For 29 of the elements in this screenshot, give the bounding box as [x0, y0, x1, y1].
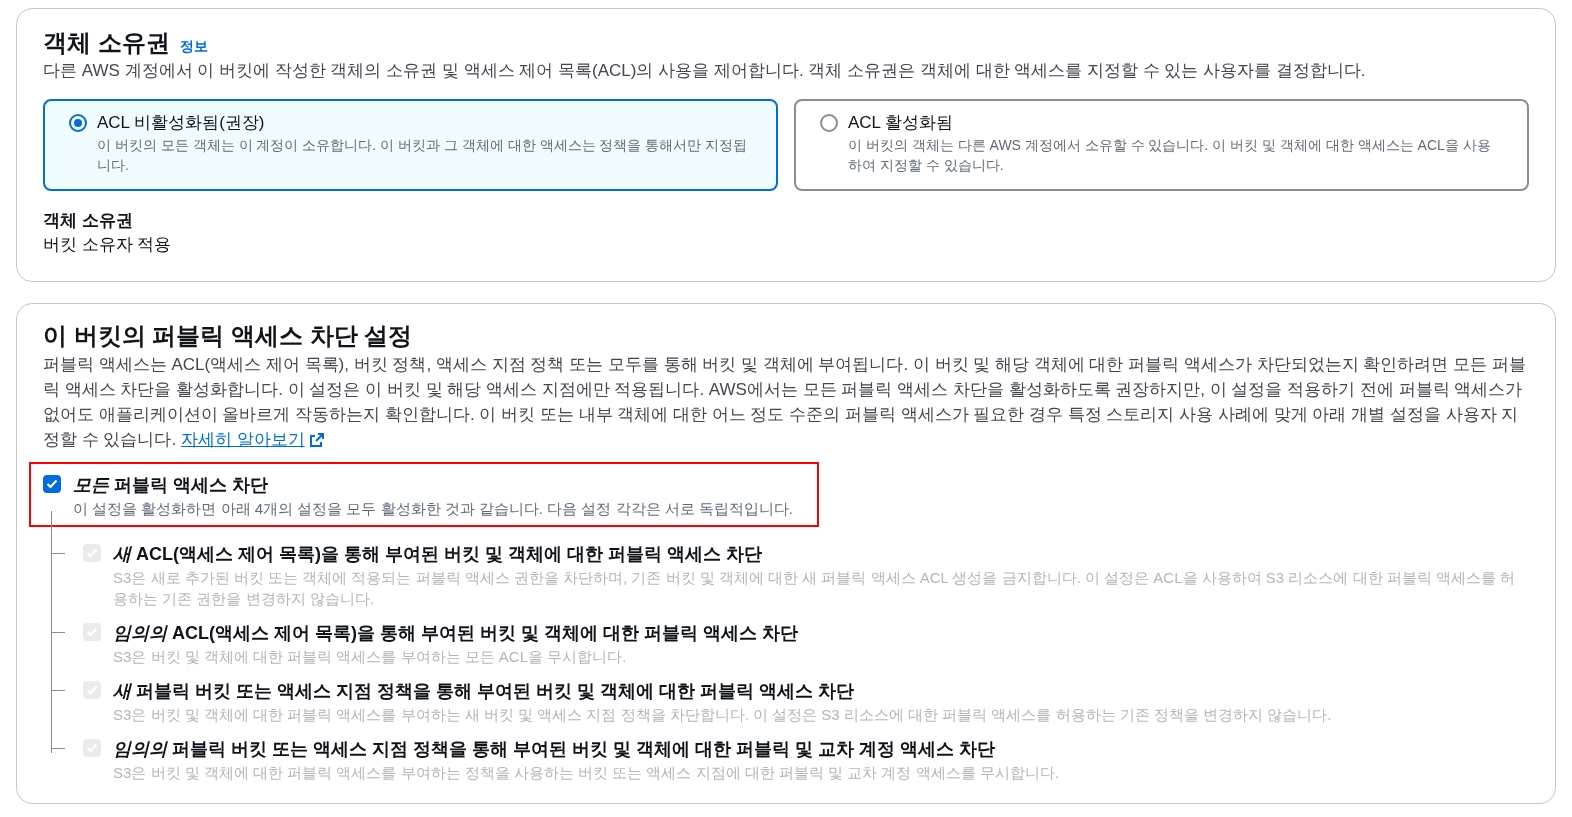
option-label: ACL 활성화됨 [848, 112, 955, 134]
option-label: ACL 비활성화됨(권장) [97, 112, 266, 134]
setting-label: 모든 퍼블릭 액세스 차단 [73, 474, 269, 497]
setting-description: S3은 버킷 및 객체에 대한 퍼블릭 액세스를 부여하는 모든 ACL을 무시합니다. [113, 647, 628, 667]
section-title: 이 버킷의 퍼블릭 액세스 차단 설정 [43, 321, 414, 351]
setting-label: 새 퍼블릭 버킷 또는 액세스 지점 정책을 통해 부여된 버킷 및 객체에 대한 퍼블릭 액세스 차단 [113, 680, 855, 703]
setting-description: S3은 버킷 및 객체에 대한 퍼블릭 액세스를 부여하는 새 버킷 및 액세스 지점 정책을 차단합니다. 이 설정은 S3 리소스에 대한 퍼블릭 액세스를 허용하는 기존 정책을 변경하지 않습니다. [113, 705, 1332, 725]
setting-description: S3은 새로 추가된 버킷 또는 객체에 적용되는 퍼블릭 액세스 권한을 차단하며, 기존 버킷 및 객체에 대한 새 퍼블릭 액세스 ACL 생성을 금지합니다. 이 설정은 ACL을 사용하여 S3 리소스에 대한 퍼블릭 액세스를 허용하는 기존 권한을 변경하지 않습니다. [113, 568, 1517, 609]
option-description: 이 버킷의 객체는 다른 AWS 계정에서 소유할 수 있습니다. 이 버킷 및 객체에 대한 액세스는 ACL을 사용하여 지정할 수 있습니다. [848, 136, 1492, 175]
field-label: 객체 소유권 [43, 210, 134, 232]
checkmark-icon [46, 479, 58, 489]
setting-description: S3은 버킷 및 객체에 대한 퍼블릭 액세스를 부여하는 정책을 사용하는 버킷 또는 액세스 지점에 대한 퍼블릭 및 교차 계정 액세스를 무시합니다. [113, 763, 1059, 783]
section-title: 객체 소유권 [43, 28, 170, 58]
radio-button[interactable] [820, 114, 838, 132]
setting-label: 임의의 ACL(액세스 제어 목록)을 통해 부여된 버킷 및 객체에 대한 퍼블릭 액세스 차단 [113, 622, 798, 645]
section-description: 퍼블릭 액세스는 ACL(액세스 제어 목록), 버킷 정책, 액세스 지점 정책 또는 모두를 통해 버킷 및 객체에 부여됩니다. 이 버킷 및 해당 객체에 대한 퍼블릭 액세스가 차단되었는지 확인하려면 모든 퍼블릭 액세스 차단을 활성화합니다. 이 설정은 이 버킷 및 해당 액세스 지점에만 적용됩니다. AWS에서는 모든 퍼블릭 액세스 차단을 활성화하도록 권장하지만, 이 설정을 적용하기 전에 퍼블릭 액세스가 없어도 애플리케이션이 올바르게 작동하는지 확인합니다. 이 버킷 또는 내부 객체에 대한 어느 정도 수준의 퍼블릭 액세스가 필요한 경우 특정 스토리지 사용 사례에 맞게 아래 개별 설정을 사용자 지정할 수 있습니다. 자세히 알아보기 [43, 352, 1529, 452]
info-link[interactable]: 정보 [179, 36, 208, 57]
learn-more-link[interactable]: 자세히 알아보기 [180, 427, 325, 452]
setting-description: 이 설정을 활성화하면 아래 4개의 설정을 모두 활성화한 것과 같습니다. 다음 설정 각각은 서로 독립적입니다. [73, 499, 794, 519]
radio-button[interactable] [69, 114, 87, 132]
external-link-icon [308, 431, 325, 448]
checkbox[interactable] [43, 475, 61, 493]
field-value: 버킷 소유자 적용 [43, 234, 173, 256]
radio-card[interactable]: ACL 비활성화됨(권장) 이 버킷의 모든 객체는 이 계정이 소유합니다. 이 버킷과 그 객체에 대한 액세스는 정책을 통해서만 지정됩니다. [43, 99, 778, 191]
radio-card[interactable]: ACL 활성화됨 이 버킷의 객체는 다른 AWS 계정에서 소유할 수 있습니다. 이 버킷 및 객체에 대한 액세스는 ACL을 사용하여 지정할 수 있습니다. [794, 99, 1529, 191]
section-description: 다른 AWS 계정에서 이 버킷에 작성한 객체의 소유권 및 액세스 제어 목록(ACL)의 사용을 제어합니다. 객체 소유권은 객체에 대한 액세스를 지정할 수 있는 사용자를 결정합니다. [43, 60, 1367, 82]
option-description: 이 버킷의 모든 객체는 이 계정이 소유합니다. 이 버킷과 그 객체에 대한 액세스는 정책을 통해서만 지정됩니다. [97, 136, 749, 175]
setting-label: 새 ACL(액세스 제어 목록)을 통해 부여된 버킷 및 객체에 대한 퍼블릭 액세스 차단 [113, 543, 763, 566]
setting-label: 임의의 퍼블릭 버킷 또는 액세스 지점 정책을 통해 부여된 버킷 및 객체에 대한 퍼블릭 및 교차 계정 액세스 차단 [113, 738, 997, 761]
